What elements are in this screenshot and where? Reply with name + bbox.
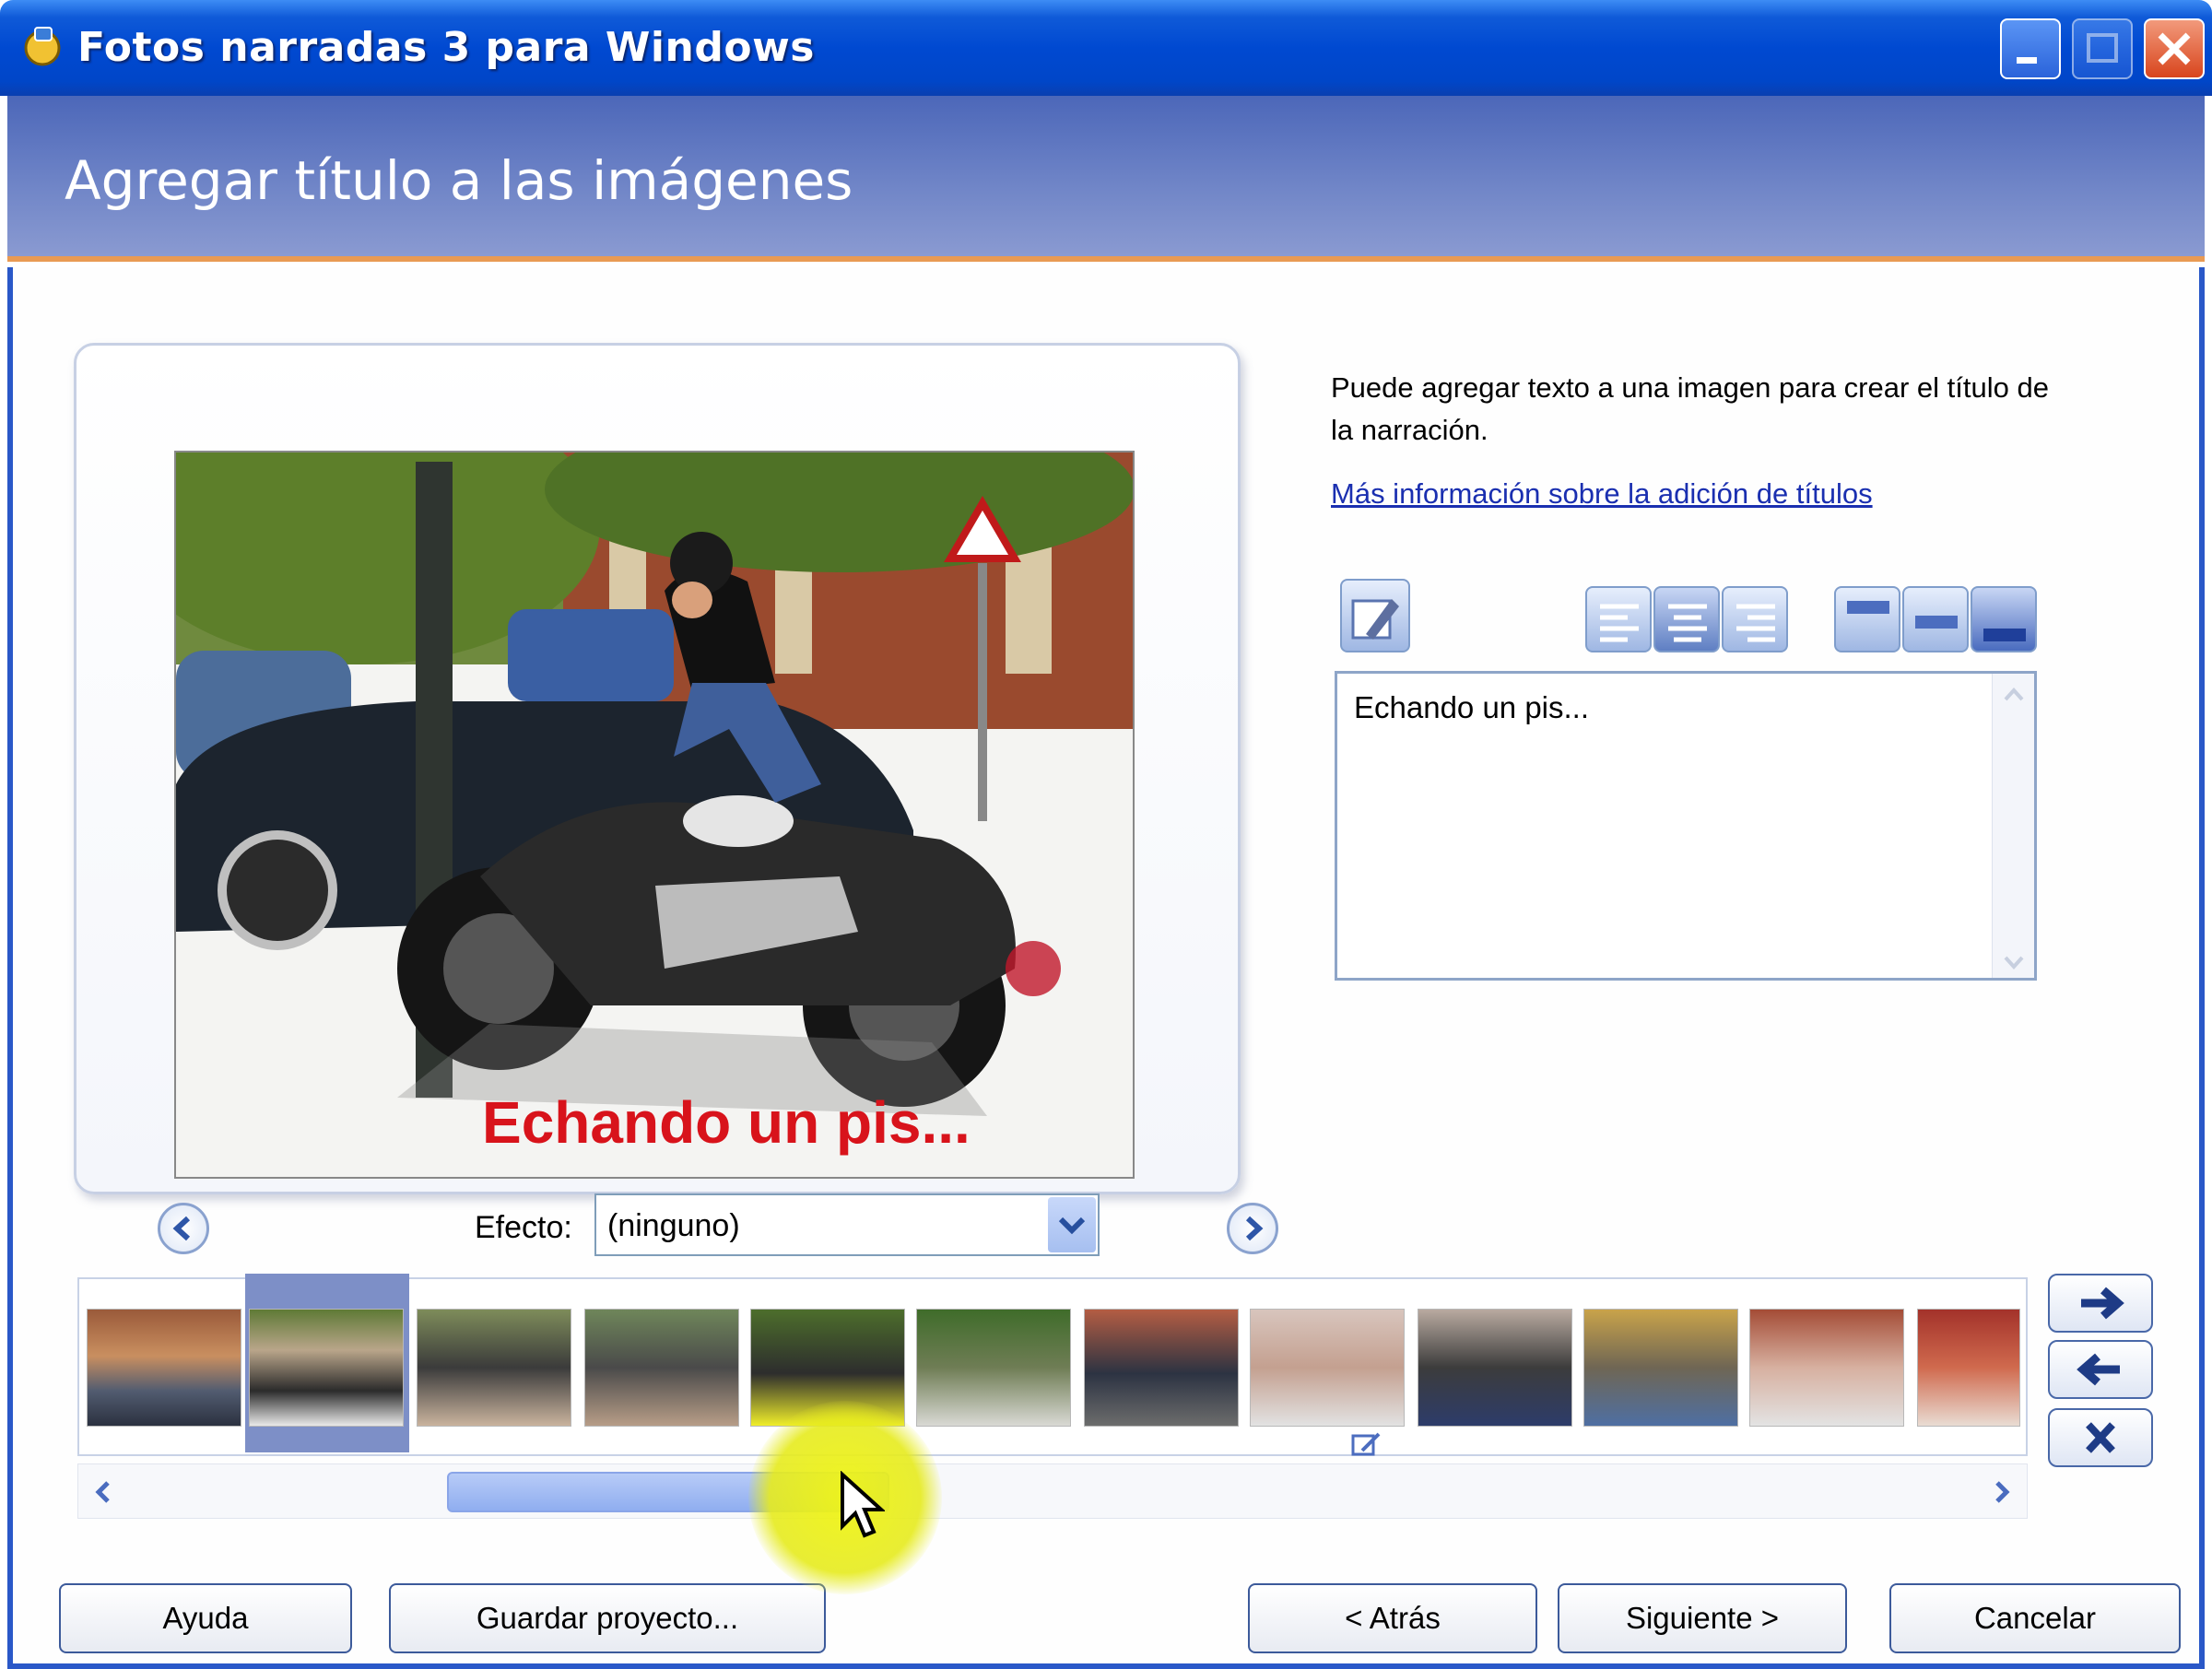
- next-button[interactable]: Siguiente >: [1558, 1583, 1847, 1653]
- position-top-icon: [1847, 601, 1889, 614]
- arrow-right-icon: [2081, 1287, 2124, 1320]
- next-image-button[interactable]: [1227, 1203, 1278, 1254]
- back-button[interactable]: < Atrás: [1248, 1583, 1537, 1653]
- photo-image: [176, 453, 1133, 1177]
- align-left-button[interactable]: [1585, 586, 1652, 652]
- scroll-arrows-icon: [2004, 688, 2024, 970]
- scroll-right-icon[interactable]: [1983, 1472, 2019, 1512]
- thumbnail-3[interactable]: [417, 1309, 571, 1427]
- caption-text: Echando un pis...: [1354, 690, 1590, 724]
- chevron-right-icon: [1245, 1216, 1264, 1241]
- position-middle-icon: [1915, 616, 1958, 629]
- thumbnail-7[interactable]: [1084, 1309, 1239, 1427]
- font-button[interactable]: [1340, 579, 1410, 652]
- filmstrip-scrollbar[interactable]: [77, 1463, 2028, 1519]
- thumbnail-4[interactable]: [584, 1309, 739, 1427]
- align-center-button[interactable]: [1653, 586, 1720, 652]
- arrow-left-icon: [2077, 1353, 2120, 1386]
- thumbnail-6[interactable]: [916, 1309, 1071, 1427]
- close-icon: [2158, 32, 2191, 65]
- position-middle-button[interactable]: [1902, 586, 1969, 652]
- minimize-icon: [2017, 57, 2037, 64]
- chevron-left-icon: [172, 1216, 191, 1241]
- help-link[interactable]: Más información sobre la adición de títu…: [1331, 477, 1873, 511]
- thumbnail-10[interactable]: [1583, 1309, 1738, 1427]
- move-right-button[interactable]: [2048, 1274, 2153, 1333]
- effect-value: (ninguno): [607, 1208, 740, 1243]
- photo-caption-overlay: Echando un pis...: [482, 1089, 971, 1156]
- dropdown-button[interactable]: [1048, 1197, 1096, 1252]
- thumbnail-2[interactable]: [249, 1309, 404, 1427]
- thumbnail-1[interactable]: [87, 1309, 241, 1427]
- effect-label: Efecto:: [475, 1210, 572, 1245]
- font-edit-icon: [1351, 599, 1399, 640]
- previous-image-button[interactable]: [158, 1203, 209, 1254]
- caption-scrollbar[interactable]: [1992, 674, 2034, 978]
- maximize-icon: [2087, 33, 2118, 63]
- effect-dropdown[interactable]: (ninguno): [594, 1193, 1100, 1256]
- move-left-button[interactable]: [2048, 1340, 2153, 1399]
- help-button[interactable]: Ayuda: [59, 1583, 352, 1653]
- title-bar: Fotos narradas 3 para Windows: [0, 0, 2212, 96]
- caption-edit-icon: [1351, 1432, 1381, 1456]
- app-icon: [24, 27, 61, 66]
- page-title: Agregar título a las imágenes: [65, 149, 853, 212]
- align-left-icon: [1600, 604, 1639, 642]
- preview-photo: Echando un pis...: [174, 451, 1135, 1179]
- cancel-button[interactable]: Cancelar: [1889, 1583, 2181, 1653]
- thumbnail-12[interactable]: [1917, 1309, 2020, 1427]
- caption-textarea[interactable]: Echando un pis...: [1335, 671, 2037, 981]
- maximize-button[interactable]: [2072, 18, 2133, 79]
- chevron-down-icon: [1058, 1216, 1086, 1235]
- minimize-button[interactable]: [2000, 18, 2061, 79]
- instructions-text: Puede agregar texto a una imagen para cr…: [1331, 371, 2049, 446]
- scroll-left-icon[interactable]: [86, 1472, 123, 1512]
- align-right-icon: [1736, 604, 1775, 642]
- wizard-header: Agregar título a las imágenes: [7, 96, 2205, 262]
- position-top-button[interactable]: [1834, 586, 1900, 652]
- thumbnail-9[interactable]: [1418, 1309, 1572, 1427]
- remove-image-button[interactable]: [2048, 1408, 2153, 1467]
- delete-x-icon: [2086, 1422, 2115, 1453]
- thumbnail-11[interactable]: [1749, 1309, 1904, 1427]
- wizard-body: Echando un pis... Efecto: (ninguno) Pued…: [7, 267, 2205, 1669]
- align-right-button[interactable]: [1722, 586, 1788, 652]
- align-center-icon: [1668, 604, 1707, 642]
- close-button[interactable]: [2144, 18, 2205, 79]
- thumbnail-8[interactable]: [1250, 1309, 1405, 1427]
- position-bottom-button[interactable]: [1971, 586, 2037, 652]
- position-bottom-icon: [1983, 629, 2026, 641]
- save-project-button[interactable]: Guardar proyecto...: [389, 1583, 826, 1653]
- mouse-cursor-icon: [841, 1471, 885, 1538]
- preview-panel: Echando un pis... Efecto: (ninguno): [74, 343, 1278, 1256]
- window-title: Fotos narradas 3 para Windows: [77, 24, 815, 71]
- filmstrip: [77, 1274, 2028, 1456]
